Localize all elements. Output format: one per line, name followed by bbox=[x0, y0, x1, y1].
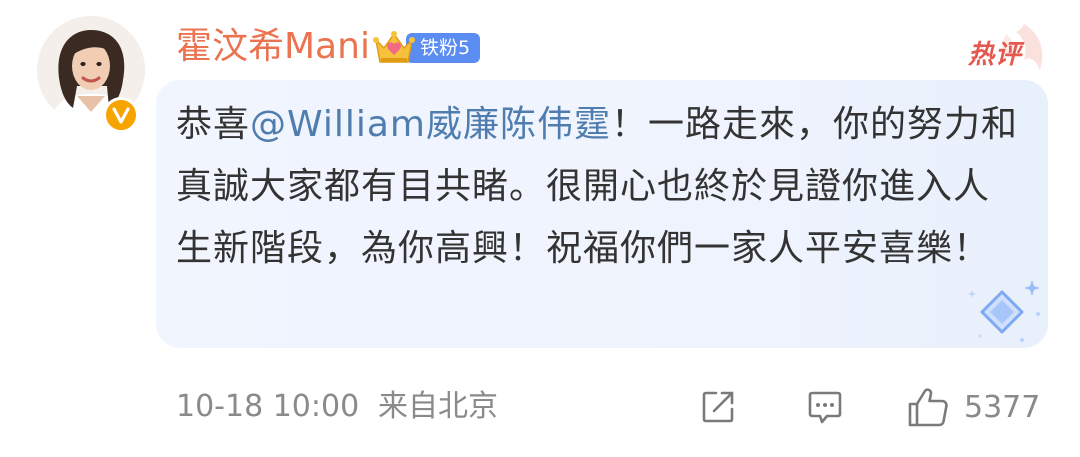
like-icon bbox=[908, 388, 948, 427]
comment-timestamp: 10-18 10:00 bbox=[176, 389, 360, 424]
hot-comment-badge: 热评 bbox=[954, 20, 1054, 80]
username-link[interactable]: 霍汶希Mani bbox=[176, 22, 370, 72]
fan-level-badge[interactable]: 铁粉5 bbox=[372, 28, 481, 68]
fan-badge-label: 铁粉5 bbox=[406, 33, 481, 63]
share-button[interactable] bbox=[698, 382, 738, 432]
comment-bubble: 恭喜@William威廉陈伟霆！一路走來，你的努力和真誠大家都有目共睹。很開心也… bbox=[156, 80, 1048, 348]
verified-v-icon bbox=[103, 97, 139, 133]
comment-icon bbox=[808, 391, 842, 424]
diamond-sparkle-icon bbox=[968, 280, 1040, 342]
comment-text-prefix: 恭喜 bbox=[176, 104, 251, 145]
comment-card: 霍汶希Mani 铁粉5 热评 恭喜@William威廉陈伟霆！一路走來，你的努力… bbox=[0, 0, 1080, 457]
hot-comment-label: 热评 bbox=[968, 40, 1023, 70]
like-count: 5377 bbox=[964, 389, 1041, 425]
mention-link[interactable]: @William威廉陈伟霆 bbox=[250, 104, 611, 145]
comment-button[interactable] bbox=[805, 382, 845, 432]
comment-location: 来自北京 bbox=[378, 389, 498, 424]
like-button[interactable]: 5377 bbox=[906, 382, 1040, 432]
crown-icon bbox=[373, 31, 415, 63]
share-icon bbox=[702, 391, 734, 423]
comment-text: 恭喜@William威廉陈伟霆！一路走來，你的努力和真誠大家都有目共睹。很開心也… bbox=[176, 94, 1026, 280]
